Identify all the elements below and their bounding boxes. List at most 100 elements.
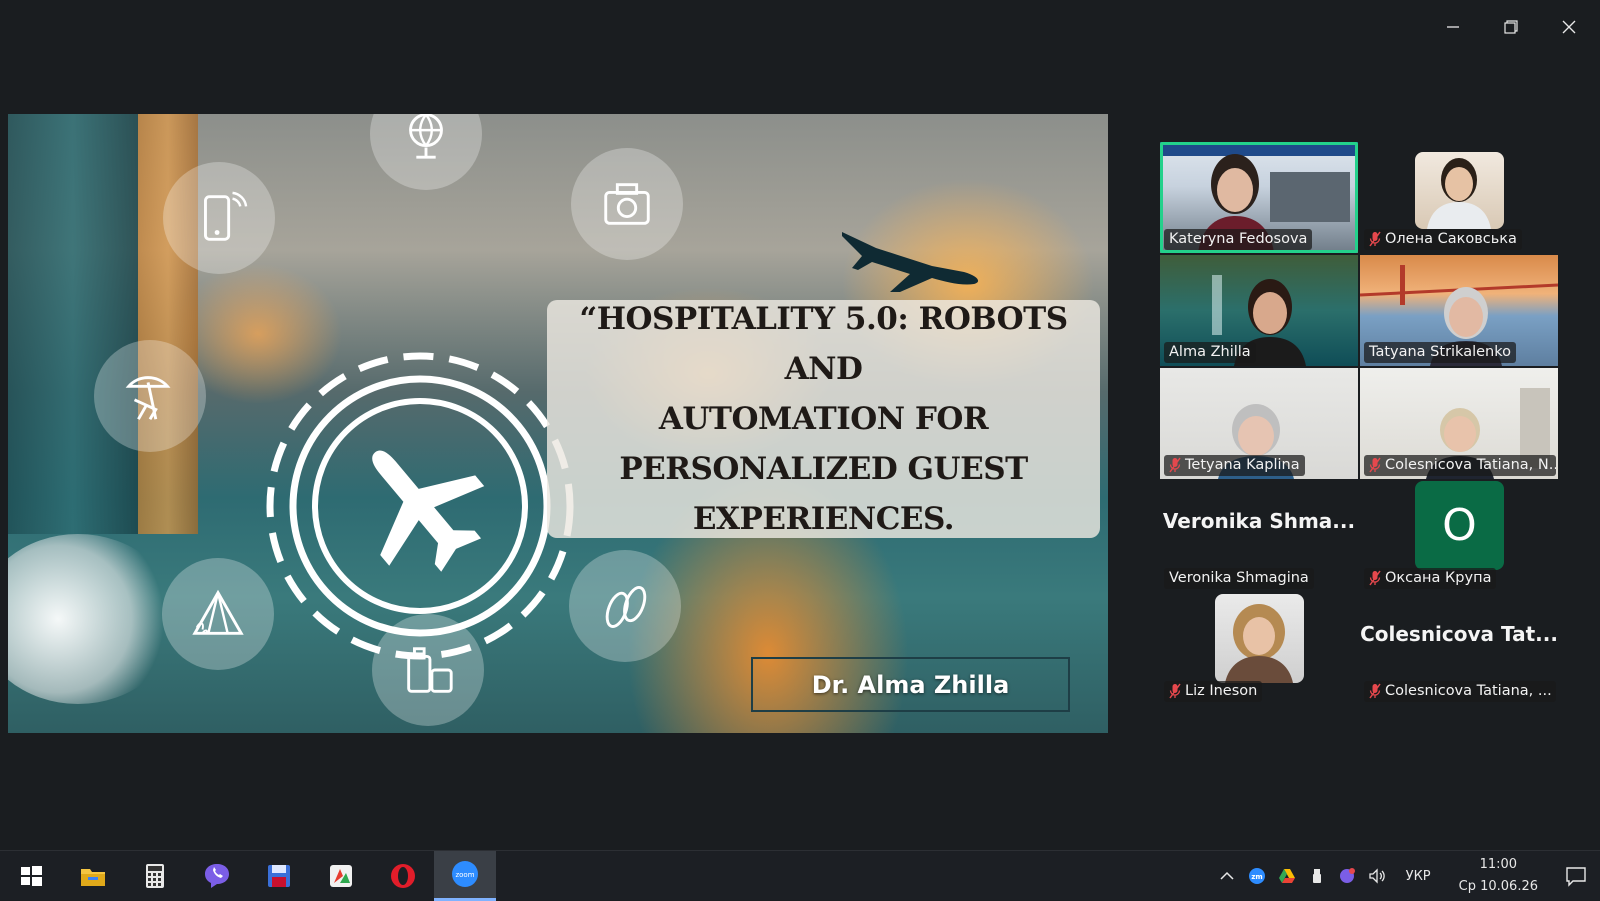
media-app-button[interactable] [310,851,372,901]
participant-label: Tatyana Strikalenko [1364,342,1516,363]
avatar-photo [1225,604,1293,683]
participant-tile[interactable]: Tatyana Strikalenko [1360,255,1558,366]
participant-tile[interactable]: Tetyana Kaplina [1160,368,1358,479]
save-disk-icon [268,864,290,887]
viber-button[interactable] [186,851,248,901]
participant-label: Alma Zhilla [1164,342,1256,363]
taskbar: zoom zm УКР 11:00 Ср 10.06.26 [0,850,1600,901]
participant-tile[interactable]: Veronika Shma... Veronika Shmagina [1160,481,1358,592]
flip-flops-icon [605,585,647,628]
clock[interactable]: 11:00 Ср 10.06.26 [1445,854,1552,898]
presenter-caption: Dr. Alma Zhilla [751,657,1070,712]
shared-screen: “HOSPITALITY 5.0: ROBOTS AND AUTOMATION … [8,114,1108,733]
tray-usb-button[interactable] [1302,851,1332,901]
opera-button[interactable] [372,851,434,901]
participant-name: Liz Ineson [1185,683,1258,699]
participant-label: Colesnicova Tatiana, N... [1364,455,1556,476]
participant-tile[interactable]: Олена Саковська [1360,142,1558,253]
participant-display-name: Colesnicova Tat... [1360,622,1558,646]
participant-label: Kateryna Fedosova [1164,229,1313,250]
zoom-label: zoom [455,871,474,879]
camera-icon [604,183,650,225]
clock-date: Ср 10.06.26 [1458,879,1538,894]
tent-icon [192,589,244,635]
participant-name: Tatyana Strikalenko [1369,344,1511,360]
system-tray: zm УКР 11:00 Ср 10.06.26 [1212,851,1600,901]
tray-zoom-button[interactable]: zm [1242,851,1272,901]
zoom-icon: zoom [452,861,478,887]
close-icon [1562,20,1576,34]
participant-tile[interactable]: Alma Zhilla [1160,255,1358,366]
file-explorer-icon [81,868,105,886]
cloud-decoration [8,534,178,704]
clock-time: 11:00 [1479,857,1518,872]
viber-icon [205,863,229,888]
opera-icon [391,863,415,888]
zoom-button[interactable]: zoom [434,850,496,901]
window-controls [1438,12,1584,42]
participant-tile[interactable]: O Оксана Крупа [1360,481,1558,592]
participant-name: Veronika Shmagina [1169,570,1309,586]
notifications-button[interactable] [1552,851,1600,901]
avatar-photo [1427,158,1491,229]
mic-muted-icon [1369,683,1381,699]
participant-gallery: Kateryna Fedosova Олена Саковська Alma Z… [1160,142,1564,708]
airplane-icon [372,450,485,572]
participant-name: Tetyana Kaplina [1185,457,1300,473]
mic-muted-icon [1169,683,1181,699]
participant-label: Liz Ineson [1164,681,1263,702]
mic-muted-icon [1169,457,1181,473]
smartphone-bubble [163,162,275,274]
plane-silhouette-icon [842,232,979,292]
participant-label: Tetyana Kaplina [1164,455,1305,476]
avatar [1215,594,1304,683]
participant-tile[interactable]: Kateryna Fedosova [1160,142,1358,253]
participant-label: Colesnicova Tatiana, ... [1364,681,1556,702]
participant-name: Олена Саковська [1385,231,1517,247]
speaker-icon [1368,868,1385,884]
participant-name: Colesnicova Tatiana, N... [1385,457,1556,473]
curtain-left [8,114,138,534]
viber-tray-icon [1339,868,1355,883]
participant-name: Alma Zhilla [1169,344,1251,360]
input-language[interactable]: УКР [1392,869,1445,884]
participant-name: Оксана Крупа [1385,570,1492,586]
tray-viber-button[interactable] [1332,851,1362,901]
google-drive-icon [1278,869,1295,883]
beach-chair-bubble [94,340,206,452]
start-icon [21,865,42,886]
calculator-button[interactable] [124,851,186,901]
save-app-button[interactable] [248,851,310,901]
globe-bubble [370,114,482,190]
zoom-tray-icon: zm [1248,868,1265,884]
show-hidden-icons-button[interactable] [1212,851,1242,901]
participant-name: Kateryna Fedosova [1169,231,1308,247]
participant-label: Оксана Крупа [1364,568,1497,589]
participant-tile[interactable]: Liz Ineson [1160,594,1358,705]
start-button[interactable] [0,851,62,901]
airplane-ring [266,352,574,660]
minimize-icon [1447,26,1459,28]
avatar-initial: O [1415,481,1504,570]
close-button[interactable] [1554,12,1584,42]
beach-chair-icon [125,376,171,420]
smartphone-icon [204,191,248,241]
mic-muted-icon [1369,570,1381,586]
tray-drive-button[interactable] [1272,851,1302,901]
globe-icon [409,114,443,159]
chevron-up-icon [1220,871,1234,880]
minimize-button[interactable] [1438,12,1468,42]
restore-button[interactable] [1496,12,1526,42]
calculator-icon [146,863,164,888]
participant-name: Colesnicova Tatiana, ... [1385,683,1552,699]
slide-title-panel: “HOSPITALITY 5.0: ROBOTS AND AUTOMATION … [547,300,1100,538]
participant-tile[interactable]: Colesnicova Tatiana, N... [1360,368,1558,479]
slide-title-line: AUTOMATION FOR [658,401,989,437]
slide-title-line: PERSONALIZED GUEST [619,451,1028,487]
volume-button[interactable] [1362,851,1392,901]
presenter-name: Dr. Alma Zhilla [811,670,1010,699]
file-explorer-button[interactable] [62,851,124,901]
participant-tile[interactable]: Colesnicova Tat... Colesnicova Tatiana, … [1360,594,1558,705]
avatar [1415,152,1504,229]
svg-text:zm: zm [1251,873,1262,881]
